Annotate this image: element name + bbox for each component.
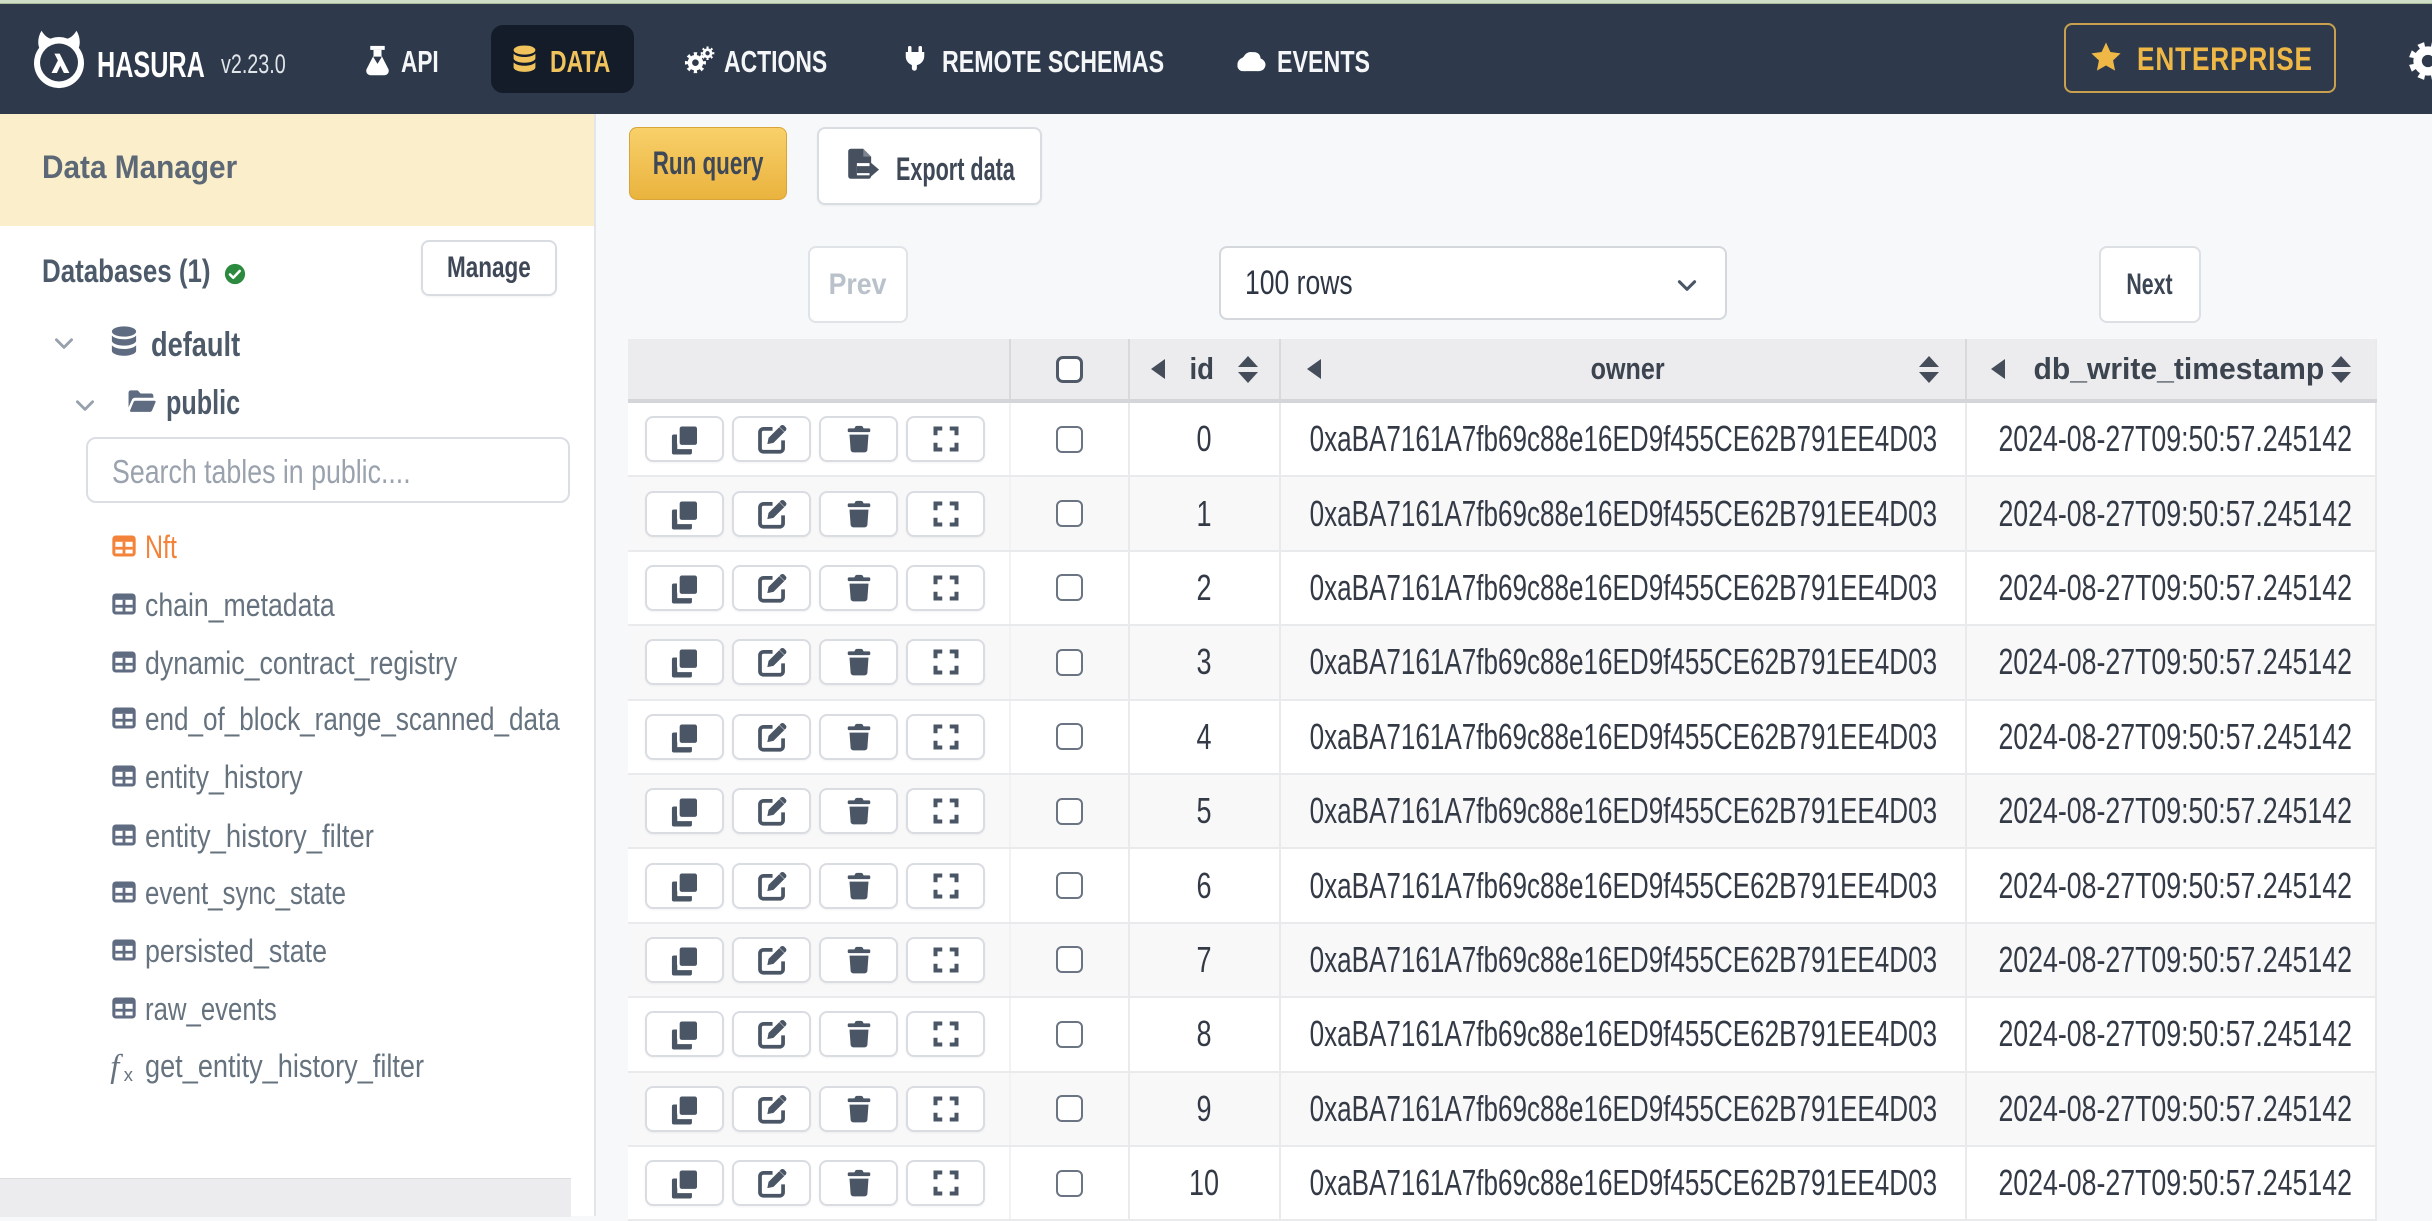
svg-text:f: f xyxy=(110,1050,123,1084)
svg-text:x: x xyxy=(124,1064,133,1084)
